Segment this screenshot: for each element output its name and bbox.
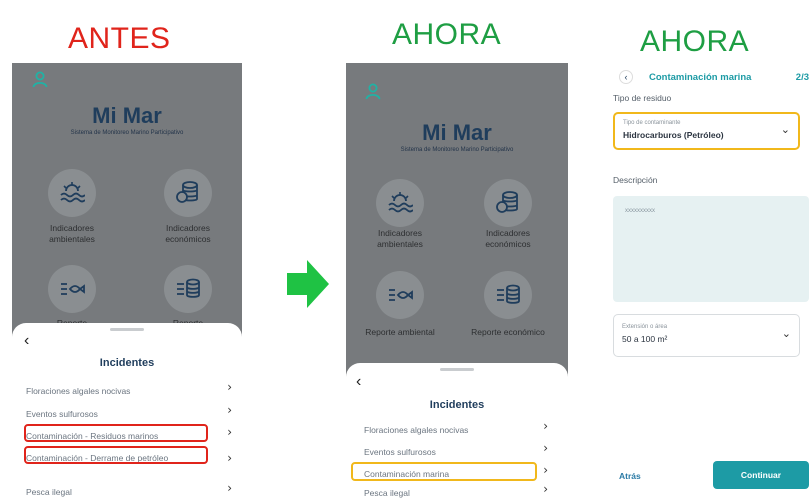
report-economic-button[interactable] [164,265,212,313]
chevron-right-icon: › [227,380,232,394]
description-field[interactable]: xxxxxxxxxx [613,196,809,302]
sheet-drag-handle[interactable] [110,328,144,331]
report-environmental-button[interactable] [48,265,96,313]
list-item-label: Floraciones algales nocivas [26,386,131,396]
indicator-environmental-button[interactable] [48,169,96,217]
coins-list-icon [177,278,200,298]
indicator-environmental-button[interactable] [376,179,424,227]
back-arrow-icon[interactable]: ‹ [24,332,29,350]
chevron-right-icon: › [543,463,548,477]
app-title: Mi Mar [422,120,492,145]
description-label: Descripción [613,175,658,185]
report-economic-label: Reporte económico [471,327,545,337]
report-environmental-button[interactable] [376,271,424,319]
list-item-label: Eventos sulfurosos [364,447,436,457]
report-environmental-label: Reporte ambiental [365,327,435,337]
chevron-right-icon: › [227,451,232,465]
coins-list-icon [497,284,520,304]
incidents-sheet-before: ‹ Incidentes Floraciones algales nocivas… [12,323,242,501]
sheet-title: Incidentes [429,399,485,411]
phone-now-menu: Mi Mar Sistema de Monitoreo Marino Parti… [346,63,568,501]
list-item[interactable]: Pesca ilegal › [26,482,232,497]
highlight-contaminacion-marina [351,462,537,481]
highlight-residuos-marinos [24,424,208,442]
back-arrow-icon[interactable]: ‹ [356,373,361,391]
fish-list-icon [389,289,413,301]
pollutant-type-select[interactable]: Tipo de contaminante Hidrocarburos (Petr… [613,112,800,150]
chevron-right-icon: › [227,403,232,417]
phone-now-form: ‹ Contaminación marina 2/3 Tipo de resid… [605,63,809,501]
form-title: Contaminación marina [649,72,752,83]
area-select[interactable]: Extensión o área 50 a 100 m² ⌄ [613,314,800,357]
continue-button[interactable]: Continuar [713,461,809,489]
incidents-sheet-now: ‹ Incidentes Floraciones algales nocivas… [346,363,568,501]
chevron-right-icon: › [227,425,232,439]
list-item-label: Pesca ilegal [364,488,410,498]
form-step: 2/3 [795,72,809,83]
area-caption: Extensión o área [622,324,668,330]
list-item-label: Eventos sulfurosos [26,409,98,419]
description-placeholder: xxxxxxxxxx [625,208,655,214]
area-value: 50 a 100 m² [622,334,668,344]
indicator-environmental-label: Indicadores ambientales [377,228,423,249]
sheet-drag-handle[interactable] [440,368,474,371]
app-subtitle: Sistema de Monitoreo Marino Participativ… [400,147,514,153]
chevron-left-icon[interactable]: ‹ [619,70,633,84]
list-item[interactable]: Floraciones algales nocivas › [364,420,548,435]
highlight-derrame-petroleo [24,446,208,464]
coins-stack-icon [176,181,198,203]
indicator-economic-button[interactable] [164,169,212,217]
app-logo: Mi Mar Sistema de Monitoreo Marino Parti… [12,103,242,136]
user-icon[interactable] [30,69,50,89]
fish-list-icon [61,283,85,295]
list-item-label: Floraciones algales nocivas [364,425,469,435]
waves-sun-icon [60,182,85,203]
app-logo: Mi Mar Sistema de Monitoreo Marino Parti… [346,120,568,153]
sheet-title: Incidentes [99,357,155,369]
chevron-down-icon: ⌄ [781,327,791,340]
phone-before: Mi Mar Sistema de Monitoreo Marino Parti… [12,63,242,501]
heading-before: ANTES [68,22,171,55]
heading-now-form: AHORA [640,25,750,58]
app-subtitle: Sistema de Monitoreo Marino Participativ… [70,130,184,136]
pollutant-type-value: Hidrocarburos (Petróleo) [623,130,724,140]
chevron-right-icon: › [543,482,548,496]
pollutant-type-caption: Tipo de contaminante [623,120,681,126]
indicator-economic-label: Indicadores económicos [165,223,211,244]
comparison-canvas: ANTES AHORA AHORA Mi Mar Sistema de Moni… [0,0,809,501]
indicator-economic-button[interactable] [484,179,532,227]
list-item[interactable]: Pesca ilegal › [364,483,548,498]
chevron-right-icon: › [543,419,548,433]
list-item[interactable]: Eventos sulfurosos › [364,442,548,457]
indicator-environmental-label: Indicadores ambientales [49,223,95,244]
list-item[interactable]: Floraciones algales nocivas › [26,381,232,396]
heading-now-menu: AHORA [392,18,502,51]
coins-stack-icon [496,191,518,213]
report-economic-button[interactable] [484,271,532,319]
app-title: Mi Mar [92,103,162,128]
chevron-right-icon: › [543,441,548,455]
waves-sun-icon [388,192,413,213]
user-icon[interactable] [363,81,383,101]
indicator-economic-label: Indicadores económicos [485,228,531,249]
list-item-label: Pesca ilegal [26,487,72,497]
back-button[interactable]: Atrás [619,471,641,481]
chevron-right-icon: › [227,481,232,495]
list-item[interactable]: Eventos sulfurosos › [26,404,232,419]
transition-arrow-icon [287,260,329,313]
chevron-down-icon: ⌄ [780,123,790,136]
waste-type-label: Tipo de residuo [613,93,672,103]
